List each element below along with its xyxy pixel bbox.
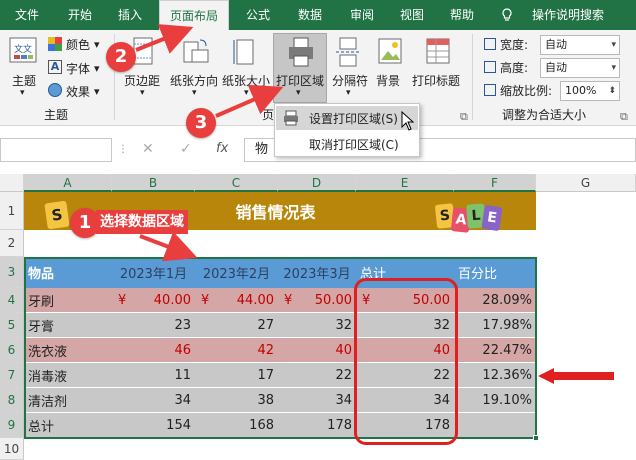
arrow-to-print-area	[215, 84, 284, 118]
row7-pointer-arrow	[538, 368, 614, 384]
callout-badge-2: 2	[106, 42, 136, 72]
callout-note: 选择数据区域	[96, 210, 188, 234]
callout-badge-3: 3	[186, 108, 216, 138]
arrow-to-tab	[135, 24, 194, 54]
arrow-to-data	[139, 231, 198, 262]
excel-window: 文件 开始 插入 页面布局 公式 数据 审阅 视图 帮助 操作说明搜索 文文 主…	[0, 0, 636, 460]
